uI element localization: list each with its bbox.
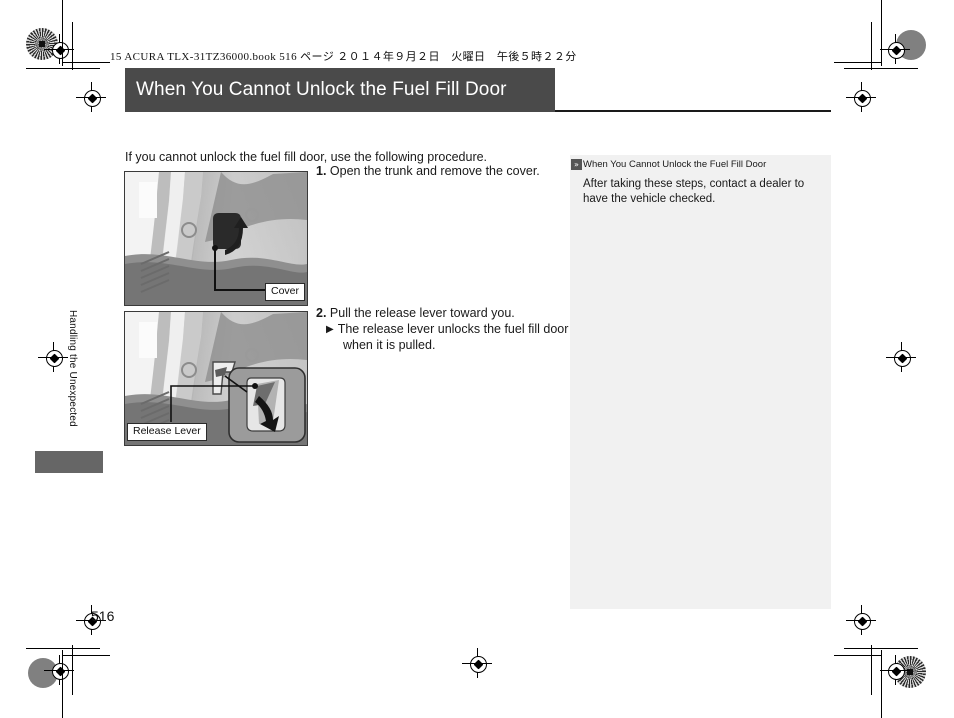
registration-starburst-top-left xyxy=(26,28,58,60)
registration-dot-bottom-left xyxy=(28,658,58,688)
registration-mark-bottom-right-inner xyxy=(846,605,876,635)
step-1-number: 1. xyxy=(316,164,327,178)
substep-line-1: The release lever unlocks the fuel fill … xyxy=(337,322,569,336)
crop-mark xyxy=(844,648,918,649)
registration-mark-bottom-right xyxy=(880,655,910,685)
step-2-substep: ▶ The release lever unlocks the fuel fill… xyxy=(326,322,576,353)
figure-release-lever: Release Lever xyxy=(124,311,308,446)
sidenote-panel: » When You Cannot Unlock the Fuel Fill D… xyxy=(570,155,831,609)
step-2: 2. Pull the release lever toward you. xyxy=(316,306,515,322)
step-1: 1. Open the trunk and remove the cover. xyxy=(316,164,540,180)
figure-caption-cover: Cover xyxy=(264,283,305,301)
page-number: 516 xyxy=(91,608,115,624)
intro-paragraph: If you cannot unlock the fuel fill door,… xyxy=(125,150,488,164)
crop-mark xyxy=(881,0,882,66)
sidenote-body: After taking these steps, contact a deal… xyxy=(583,178,805,205)
double-chevron-icon: » xyxy=(571,159,582,170)
figure-trunk-cover: Cover xyxy=(124,171,308,306)
crop-mark xyxy=(72,22,73,70)
print-header-line: 15 ACURA TLX-31TZ36000.book 516 ページ ２０１４… xyxy=(110,51,577,63)
crop-mark xyxy=(844,68,918,69)
sidenote-heading-row: » When You Cannot Unlock the Fuel Fill D… xyxy=(570,155,831,171)
figure-caption-release-lever: Release Lever xyxy=(127,423,207,441)
sidenote-heading: When You Cannot Unlock the Fuel Fill Doo… xyxy=(583,159,767,170)
crop-mark xyxy=(881,650,882,718)
crop-mark xyxy=(72,645,73,695)
crop-mark xyxy=(871,645,872,695)
crop-mark xyxy=(62,650,63,718)
registration-mark-bottom-left xyxy=(44,655,74,685)
registration-mark-mid-right xyxy=(886,342,916,372)
section-tab-block xyxy=(35,451,103,473)
crop-mark xyxy=(62,655,110,656)
registration-mark-bottom-center xyxy=(462,648,492,678)
registration-mark-top-left-inner xyxy=(76,82,106,112)
step-2-text: Pull the release lever toward you. xyxy=(329,306,515,320)
registration-mark-top-right-inner xyxy=(846,82,876,112)
step-1-text: Open the trunk and remove the cover. xyxy=(329,164,540,178)
crop-mark xyxy=(62,62,110,63)
crop-mark xyxy=(871,22,872,70)
registration-mark-top-right xyxy=(880,34,910,64)
page-title: When You Cannot Unlock the Fuel Fill Doo… xyxy=(136,79,507,100)
registration-starburst-bottom-right xyxy=(894,656,926,688)
section-tab-label: Handling the Unexpected xyxy=(67,310,78,427)
crop-mark xyxy=(26,68,100,69)
crop-mark xyxy=(62,0,63,66)
title-underline-rule xyxy=(555,110,831,112)
triangle-bullet-icon: ▶ xyxy=(326,324,334,335)
crop-mark xyxy=(834,62,882,63)
page-title-band: When You Cannot Unlock the Fuel Fill Doo… xyxy=(125,68,555,112)
step-2-number: 2. xyxy=(316,306,327,320)
crop-mark xyxy=(834,655,882,656)
registration-mark-top-left xyxy=(44,34,74,64)
crop-mark xyxy=(26,648,100,649)
registration-dot-top-right xyxy=(896,30,926,60)
substep-line-2: when it is pulled. xyxy=(343,337,436,352)
registration-mark-mid-left xyxy=(38,342,68,372)
